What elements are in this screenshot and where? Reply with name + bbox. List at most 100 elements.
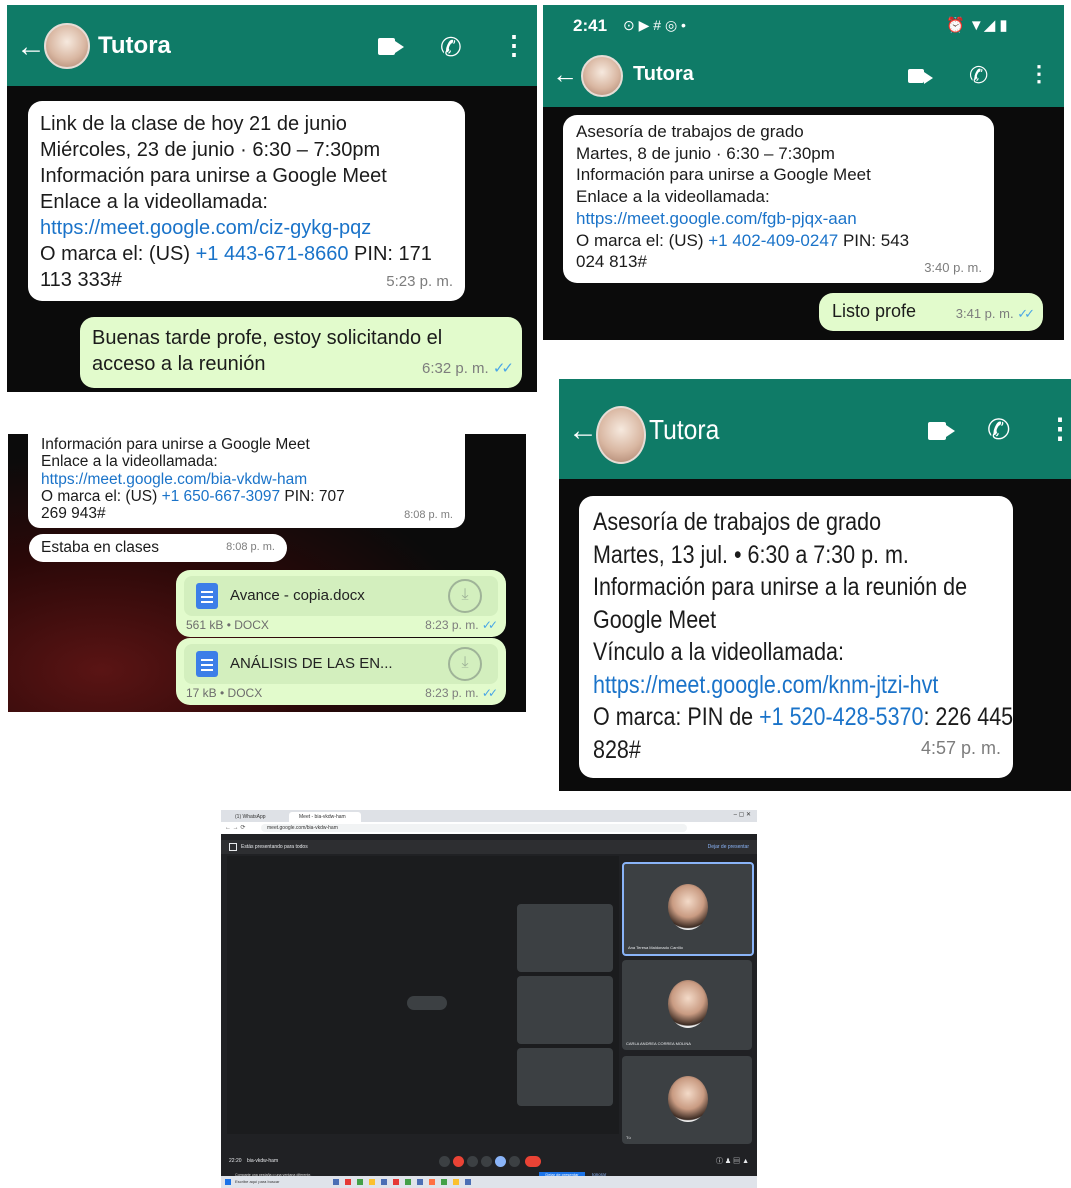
- video-call-icon[interactable]: [908, 69, 933, 84]
- participant-name: Ana Teresa Maldonado Carrillo: [628, 945, 683, 950]
- download-icon[interactable]: ⤓: [448, 579, 482, 613]
- message-line: Martes, 8 de junio · 6:30 – 7:30pm: [576, 143, 835, 163]
- time-text: 3:41 p. m.: [955, 306, 1014, 321]
- contact-name[interactable]: Tutora: [98, 32, 171, 60]
- document-message[interactable]: ANÁLISIS DE LAS EN... ⤓ 17 kB • DOCX 8:2…: [176, 638, 506, 705]
- taskbar-app-icon[interactable]: [393, 1179, 399, 1185]
- contact-avatar[interactable]: [581, 55, 623, 97]
- phone-icon[interactable]: ✆: [987, 413, 1010, 446]
- nav-icons[interactable]: ← → ⟳: [225, 824, 245, 831]
- document-card[interactable]: ANÁLISIS DE LAS EN... ⤓: [184, 644, 498, 684]
- more-options-icon[interactable]: ⋮: [501, 32, 527, 58]
- phone-icon[interactable]: ✆: [969, 62, 988, 89]
- camera-button[interactable]: [453, 1156, 464, 1167]
- window-controls-icon[interactable]: – ▢ ✕: [734, 811, 751, 818]
- taskbar-app-icon[interactable]: [333, 1179, 339, 1185]
- message-time: 5:23 p. m.: [386, 273, 453, 290]
- read-ticks-icon: ✓✓: [481, 618, 498, 632]
- participant-tile[interactable]: CARLA ANDREA CORREA MOLINA: [622, 960, 752, 1050]
- presenting-bar: Estás presentando para todos Dejar de pr…: [221, 840, 757, 854]
- chat-header: ← Tutora ✆ ⋮: [7, 5, 537, 86]
- phone-link[interactable]: +1 650-667-3097: [162, 488, 281, 505]
- back-arrow-icon[interactable]: ←: [568, 416, 598, 446]
- message-bubble-incoming[interactable]: Estaba en clases 8:08 p. m.: [29, 534, 287, 562]
- document-meta: 17 kB • DOCX: [186, 686, 263, 700]
- start-icon[interactable]: [225, 1179, 231, 1185]
- message-line: Asesoría de trabajos de grado: [576, 122, 804, 141]
- participant-tile[interactable]: Tú: [622, 1056, 752, 1144]
- mic-button[interactable]: [439, 1156, 450, 1167]
- taskbar-app-icon[interactable]: [357, 1179, 363, 1185]
- document-icon: [196, 651, 218, 677]
- tab-whatsapp[interactable]: (1) WhatsApp: [225, 812, 297, 822]
- captions-button[interactable]: [467, 1156, 478, 1167]
- shared-tile: [517, 1048, 613, 1106]
- status-time: 2:41: [573, 16, 608, 35]
- document-card[interactable]: Avance - copia.docx ⤓: [184, 576, 498, 616]
- message-line: Google Meet: [593, 605, 717, 634]
- participant-avatar: [668, 980, 708, 1028]
- phone-icon[interactable]: ✆: [440, 32, 462, 63]
- message-bubble-outgoing[interactable]: Listo profe 3:41 p. m. ✓✓: [819, 293, 1043, 331]
- message-bubble-outgoing[interactable]: Buenas tarde profe, estoy solicitando el…: [80, 317, 522, 388]
- phone-link[interactable]: +1 443-671-8660: [196, 243, 349, 265]
- taskbar-app-icon[interactable]: [369, 1179, 375, 1185]
- taskbar-app-icon[interactable]: [417, 1179, 423, 1185]
- participant-tile[interactable]: Ana Teresa Maldonado Carrillo: [622, 862, 754, 956]
- taskbar-search[interactable]: Escribe aquí para buscar: [235, 1179, 279, 1184]
- more-options-icon[interactable]: ⋮: [1046, 415, 1071, 443]
- taskbar-app-icon[interactable]: [441, 1179, 447, 1185]
- raise-hand-button[interactable]: [481, 1156, 492, 1167]
- message-text: O marca el: (US): [40, 243, 196, 265]
- message-line: Martes, 13 jul. • 6:30 a 7:30 p. m.: [593, 540, 909, 569]
- meet-link[interactable]: https://meet.google.com/fgb-pjqx-aan: [576, 208, 981, 230]
- taskbar-app-icon[interactable]: [453, 1179, 459, 1185]
- video-call-icon[interactable]: [928, 422, 955, 440]
- url-field[interactable]: meet.google.com/bia-vkdw-ham: [261, 824, 687, 832]
- taskbar-app-icon[interactable]: [429, 1179, 435, 1185]
- message-bubble-incoming[interactable]: Información para unirse a Google Meet En…: [28, 434, 465, 528]
- contact-name[interactable]: Tutora: [649, 414, 719, 446]
- more-options-icon[interactable]: ⋮: [1028, 63, 1050, 85]
- message-text: : 226 445: [923, 703, 1014, 731]
- message-time: 4:57 p. m.: [920, 737, 1001, 758]
- windows-taskbar: Escribe aquí para buscar: [221, 1176, 757, 1188]
- back-arrow-icon[interactable]: ←: [16, 32, 46, 62]
- message-bubble-incoming[interactable]: Asesoría de trabajos de grado Martes, 8 …: [563, 115, 994, 283]
- shared-tile: [517, 976, 613, 1044]
- video-call-icon[interactable]: [378, 38, 404, 55]
- document-message[interactable]: Avance - copia.docx ⤓ 561 kB • DOCX 8:23…: [176, 570, 506, 637]
- contact-avatar[interactable]: [44, 23, 90, 69]
- contact-avatar[interactable]: [596, 406, 646, 464]
- message-time: 3:40 p. m.: [924, 260, 982, 276]
- message-bubble-incoming[interactable]: Asesoría de trabajos de grado Martes, 13…: [579, 496, 1013, 778]
- taskbar-app-icon[interactable]: [465, 1179, 471, 1185]
- meeting-time: 22:20: [229, 1158, 242, 1164]
- meet-link[interactable]: https://meet.google.com/bia-vkdw-ham: [41, 471, 452, 488]
- message-bubble-incoming[interactable]: Link de la clase de hoy 21 de junio Miér…: [28, 101, 465, 301]
- chat-panel-4: ← Tutora ✆ ⋮ Asesoría de trabajos de gra…: [559, 379, 1071, 791]
- meet-link[interactable]: https://meet.google.com/knm-jtzi-hvt: [593, 669, 942, 702]
- download-icon[interactable]: ⤓: [448, 647, 482, 681]
- taskbar-app-icon[interactable]: [405, 1179, 411, 1185]
- taskbar-app-icon[interactable]: [381, 1179, 387, 1185]
- present-button[interactable]: [495, 1156, 506, 1167]
- present-icon: [229, 843, 237, 851]
- phone-link[interactable]: +1 402-409-0247: [708, 231, 838, 250]
- message-line: 828#: [593, 735, 641, 764]
- stop-presenting-link[interactable]: Dejar de presentar: [708, 844, 749, 850]
- message-line: Información para unirse a Google Meet: [40, 165, 387, 187]
- message-text: PIN: 707: [280, 487, 345, 505]
- contact-name[interactable]: Tutora: [633, 63, 694, 86]
- message-time: 6:32 p. m. ✓✓: [422, 356, 514, 382]
- tab-meet[interactable]: Meet - bia-vkdw-ham: [289, 812, 361, 822]
- chat-panel-3: Información para unirse a Google Meet En…: [8, 434, 526, 712]
- side-panel-icons[interactable]: ⓘ ♟ ▤ ▲: [716, 1156, 749, 1166]
- taskbar-app-icon[interactable]: [345, 1179, 351, 1185]
- phone-link[interactable]: +1 520-428-5370: [759, 703, 923, 731]
- more-options-button[interactable]: [509, 1156, 520, 1167]
- meet-link[interactable]: https://meet.google.com/ciz-gykg-pqz: [40, 215, 453, 241]
- back-arrow-icon[interactable]: ←: [552, 61, 578, 87]
- end-call-button[interactable]: [525, 1156, 541, 1167]
- read-ticks-icon: ✓✓: [481, 686, 498, 700]
